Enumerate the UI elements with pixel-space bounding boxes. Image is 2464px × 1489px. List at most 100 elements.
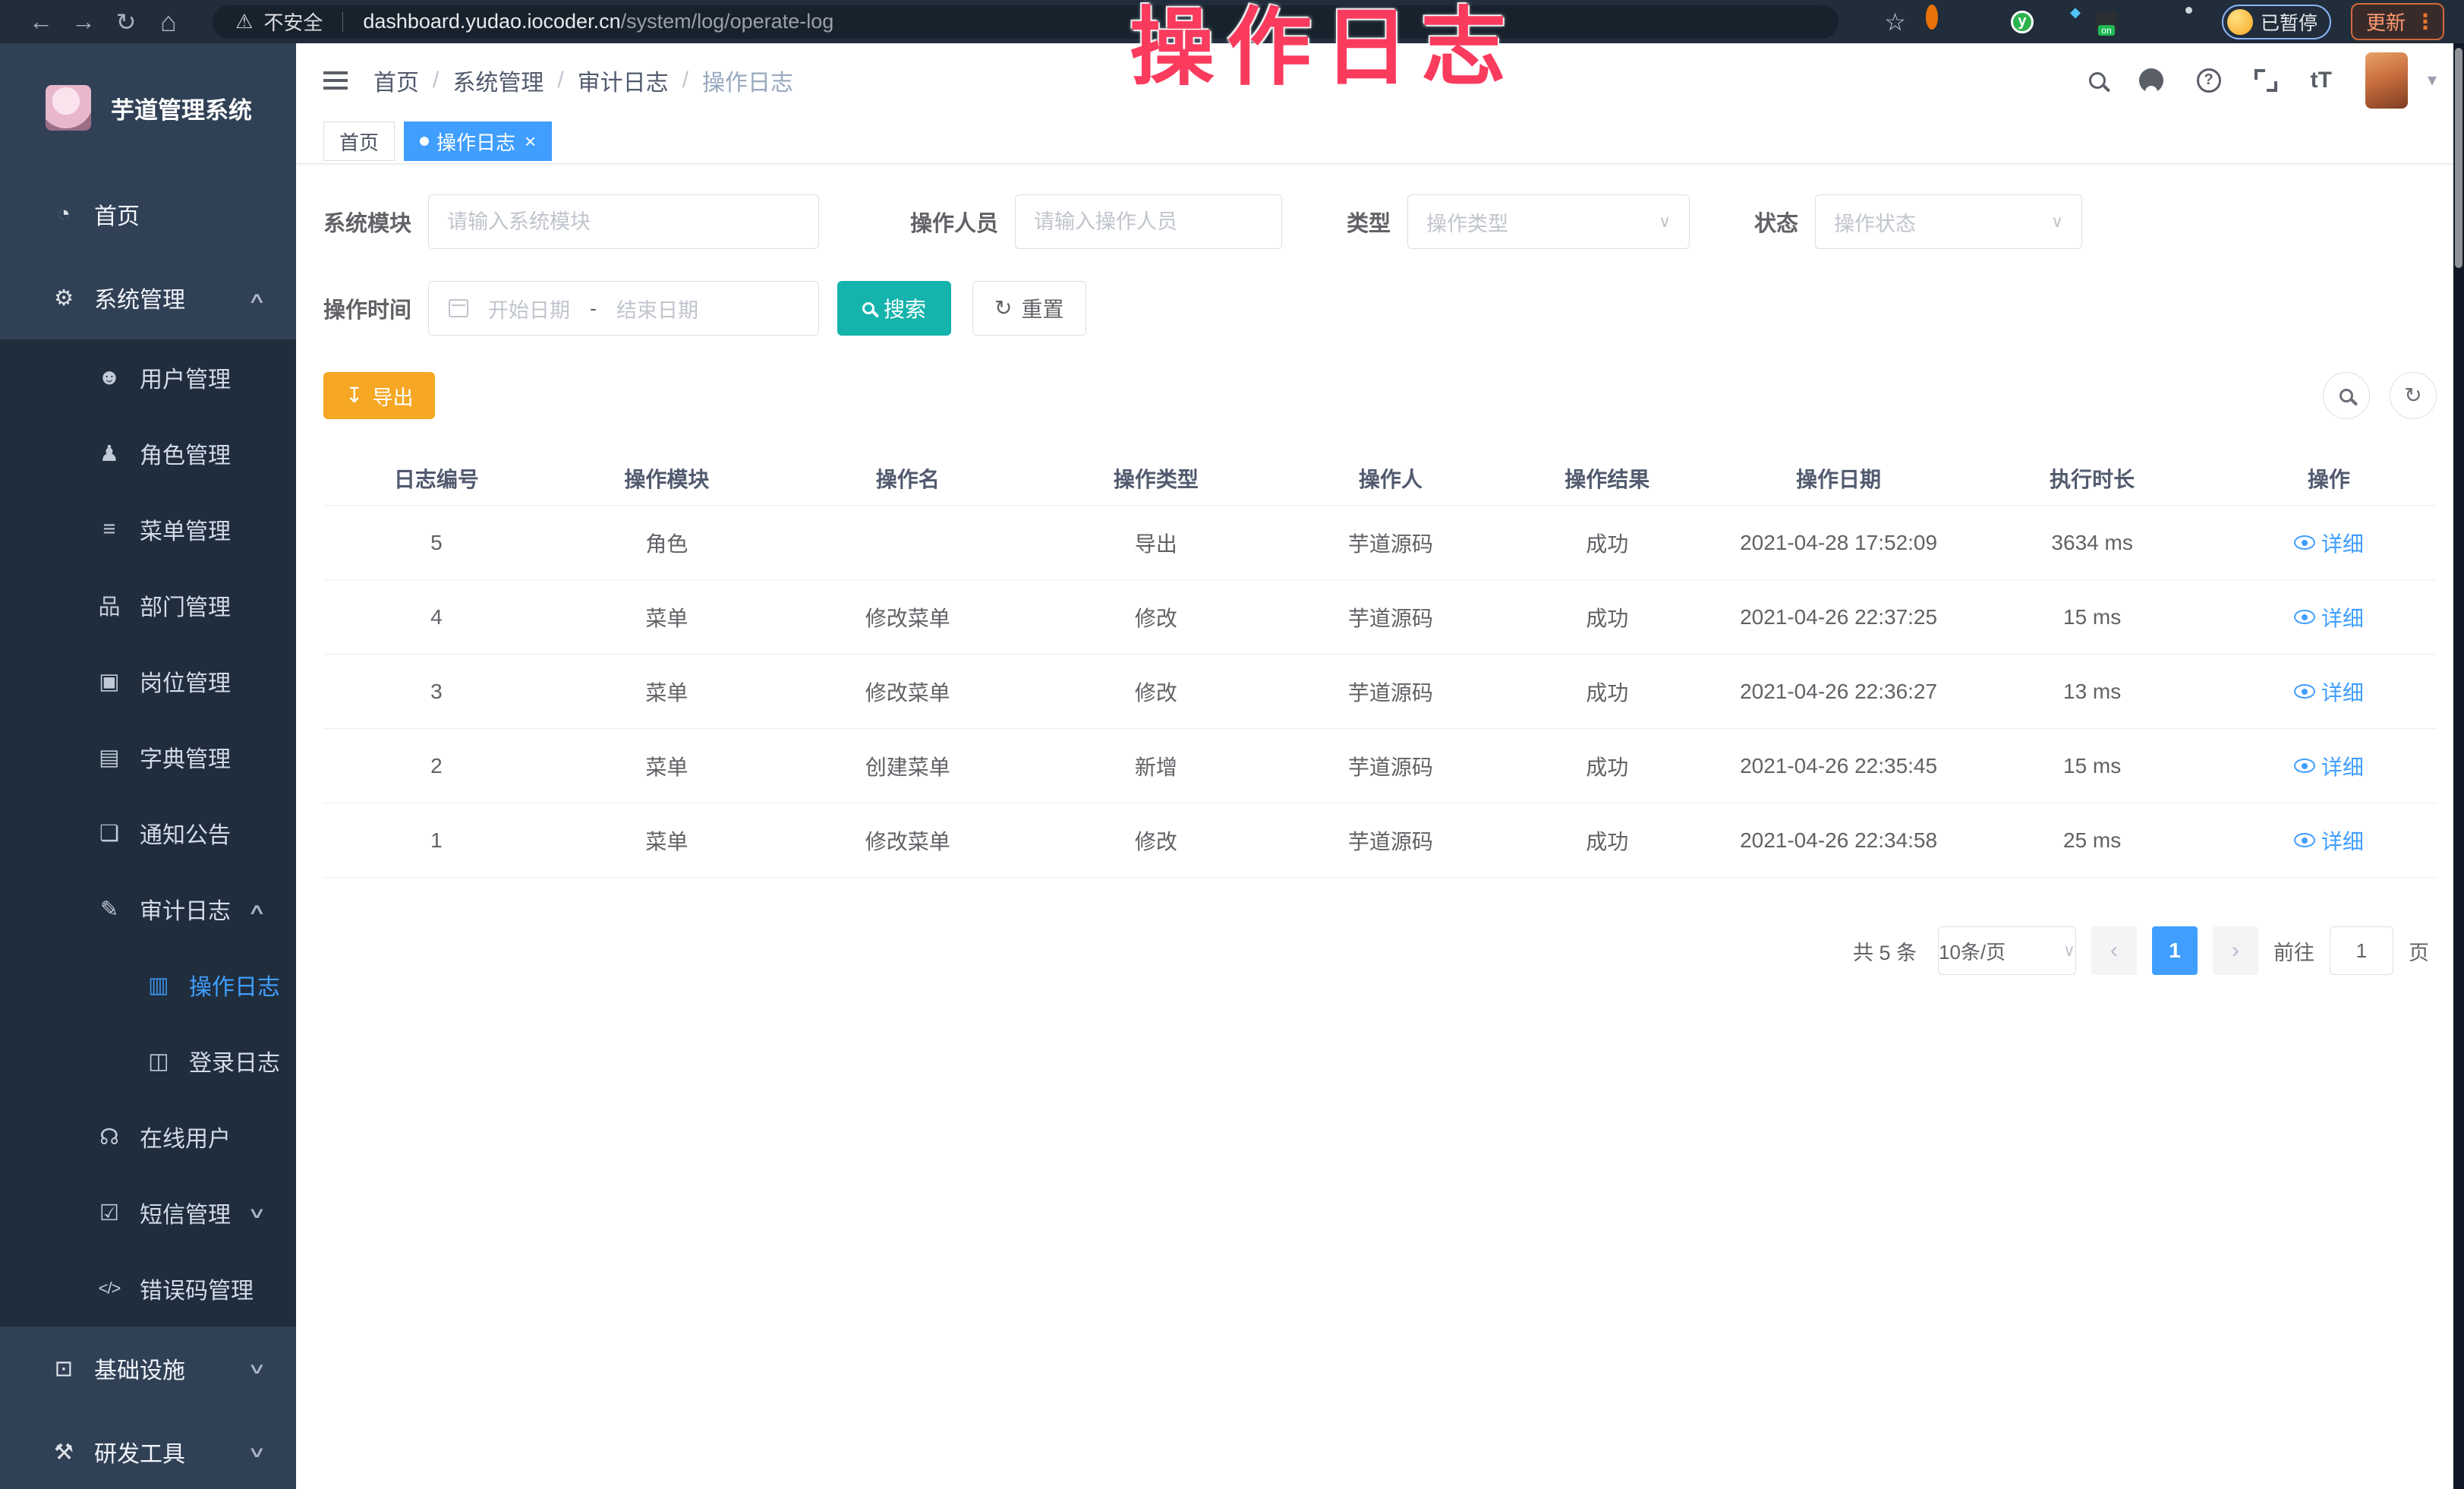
update-label: 更新 xyxy=(2366,8,2406,36)
help-icon[interactable]: ? xyxy=(2197,68,2221,93)
table-cell: 修改菜单 xyxy=(784,825,1032,856)
detail-link-label: 详细 xyxy=(2321,751,2364,781)
sidebar-item-role-management[interactable]: ♟角色管理 xyxy=(0,415,296,491)
sidebar-item-label: 字典管理 xyxy=(140,740,231,774)
status-select[interactable]: 操作状态 ∨ xyxy=(1815,194,2082,249)
browser-back-icon[interactable]: ← xyxy=(20,8,62,36)
type-select[interactable]: 操作类型 ∨ xyxy=(1407,194,1690,249)
font-size-icon[interactable]: tT xyxy=(2311,68,2332,93)
tab-操作日志[interactable]: 操作日志× xyxy=(404,121,552,161)
page-size-select[interactable]: 10条/页 ∨ xyxy=(1938,926,2076,975)
sidebar-item-login-log[interactable]: ◫登录日志 xyxy=(0,1023,296,1099)
extensions-puzzle-icon[interactable] xyxy=(2179,11,2202,33)
extension-blue-drop-icon[interactable] xyxy=(1968,11,1991,33)
avatar-caret-icon[interactable]: ▾ xyxy=(2428,69,2437,91)
sidebar-item-online-users[interactable]: ☊在线用户 xyxy=(0,1099,296,1175)
extension-green-y-icon[interactable]: y xyxy=(2011,11,2034,33)
sidebar-item-label: 基础设施 xyxy=(94,1352,185,1385)
end-date-placeholder: 结束日期 xyxy=(616,294,698,323)
breadcrumb-item[interactable]: 首页 xyxy=(373,64,419,97)
browser-toolbar: ← → ↻ ⌂ ⚠ 不安全 dashboard.yudao.iocoder.cn… xyxy=(0,0,2464,43)
detail-link[interactable]: 详细 xyxy=(2294,825,2364,856)
extension-leaf-icon[interactable] xyxy=(2137,11,2160,33)
fullscreen-icon[interactable] xyxy=(2254,69,2277,92)
export-button[interactable]: ↧ 导出 xyxy=(323,372,435,419)
tab-bar: 首页操作日志× xyxy=(296,117,2464,164)
column-header: 操作人 xyxy=(1281,463,1501,494)
table-cell: 3634 ms xyxy=(1963,531,2221,555)
sidebar-item-home[interactable]: ◔首页 xyxy=(0,172,296,256)
refresh-table-button[interactable]: ↻ xyxy=(2390,372,2437,419)
sidebar-item-label: 登录日志 xyxy=(189,1044,280,1077)
module-input[interactable] xyxy=(428,194,819,249)
sidebar-item-user-management[interactable]: ☻用户管理 xyxy=(0,339,296,415)
page-scrollbar[interactable] xyxy=(2453,43,2464,1489)
reset-button[interactable]: ↻ 重置 xyxy=(972,281,1085,336)
sidebar-item-dev-tools[interactable]: ⚒研发工具∨ xyxy=(0,1410,296,1489)
table-cell-actions: 详细 xyxy=(2221,528,2437,558)
scrollbar-thumb[interactable] xyxy=(2455,48,2462,268)
chevron-down-icon: ∨ xyxy=(247,1443,266,1462)
browser-reload-icon[interactable]: ↻ xyxy=(105,8,147,36)
extension-stack-icon[interactable] xyxy=(2053,11,2076,33)
toggle-search-button[interactable] xyxy=(2323,372,2370,419)
detail-link[interactable]: 详细 xyxy=(2294,602,2364,633)
github-icon[interactable] xyxy=(2139,68,2163,93)
date-range-picker[interactable]: 开始日期 - 结束日期 xyxy=(428,281,819,336)
detail-link[interactable]: 详细 xyxy=(2294,751,2364,781)
sidebar-item-infrastructure[interactable]: ⊡基础设施∨ xyxy=(0,1327,296,1410)
bookmark-star-icon[interactable]: ☆ xyxy=(1884,8,1906,36)
tab-首页[interactable]: 首页 xyxy=(323,121,395,161)
goto-page-input[interactable] xyxy=(2330,926,2393,975)
reset-refresh-icon: ↻ xyxy=(994,298,1012,319)
breadcrumb-separator: / xyxy=(433,68,439,93)
breadcrumb: 首页/系统管理/审计日志/操作日志 xyxy=(373,64,793,97)
detail-link[interactable]: 详细 xyxy=(2294,528,2364,558)
browser-update-button[interactable]: 更新 ⋮ xyxy=(2351,3,2444,40)
chevron-down-icon: ∨ xyxy=(2051,212,2063,232)
table-cell: 成功 xyxy=(1501,677,1714,707)
sidebar-item-dict-management[interactable]: ▤字典管理 xyxy=(0,719,296,795)
sidebar-item-audit-log[interactable]: ✎审计日志∧ xyxy=(0,871,296,947)
breadcrumb-item[interactable]: 审计日志 xyxy=(578,64,669,97)
detail-link-label: 详细 xyxy=(2321,677,2364,707)
close-icon[interactable]: × xyxy=(525,130,536,153)
header-actions: ? tT ▾ xyxy=(2089,52,2437,109)
kebab-menu-icon[interactable]: ⋮ xyxy=(2415,9,2437,34)
sidebar-logo-row[interactable]: 芋道管理系统 xyxy=(0,43,296,172)
next-page-button[interactable]: › xyxy=(2213,926,2258,975)
sidebar-item-notice-announcement[interactable]: ❏通知公告 xyxy=(0,795,296,871)
sidebar-item-operate-log[interactable]: ▥操作日志 xyxy=(0,947,296,1023)
user-avatar[interactable] xyxy=(2365,52,2408,109)
prev-page-button[interactable]: ‹ xyxy=(2091,926,2137,975)
sidebar-item-label: 岗位管理 xyxy=(140,664,231,698)
page-suffix-label: 页 xyxy=(2409,936,2429,966)
address-bar[interactable]: ⚠ 不安全 dashboard.yudao.iocoder.cn/system/… xyxy=(213,5,1839,39)
table-cell-actions: 详细 xyxy=(2221,677,2437,707)
search-icon[interactable] xyxy=(2089,72,2106,89)
profile-paused-pill[interactable]: 已暂停 xyxy=(2222,5,2331,39)
sidebar-item-error-code-management[interactable]: </>错误码管理 xyxy=(0,1251,296,1327)
sidebar-item-department-management[interactable]: 品部门管理 xyxy=(0,567,296,643)
sidebar-collapse-icon[interactable] xyxy=(323,71,348,90)
operator-input[interactable] xyxy=(1015,194,1282,249)
paused-label: 已暂停 xyxy=(2261,8,2317,36)
extension-on-badge-icon[interactable]: on xyxy=(2096,11,2117,33)
detail-link[interactable]: 详细 xyxy=(2294,677,2364,707)
app-title: 芋道管理系统 xyxy=(111,91,252,125)
table-cell: 2 xyxy=(323,754,550,778)
sidebar-item-menu-management[interactable]: ≡菜单管理 xyxy=(0,491,296,567)
sidebar-item-sms-management[interactable]: ☑短信管理∨ xyxy=(0,1175,296,1251)
sidebar-item-system-management[interactable]: ⚙系统管理∧ xyxy=(0,256,296,339)
browser-home-icon[interactable]: ⌂ xyxy=(147,6,190,38)
column-header: 操作名 xyxy=(784,463,1032,494)
browser-forward-icon[interactable]: → xyxy=(62,8,105,36)
sidebar-item-post-management[interactable]: ▣岗位管理 xyxy=(0,643,296,719)
search-button[interactable]: 搜索 xyxy=(837,281,951,336)
extension-orange-ring-icon[interactable] xyxy=(1926,11,1949,33)
page-number-1[interactable]: 1 xyxy=(2152,926,2198,975)
table-cell-actions: 详细 xyxy=(2221,751,2437,781)
org-tree-icon: 品 xyxy=(91,589,128,621)
table-cell: 15 ms xyxy=(1963,605,2221,629)
breadcrumb-item[interactable]: 系统管理 xyxy=(452,64,544,97)
